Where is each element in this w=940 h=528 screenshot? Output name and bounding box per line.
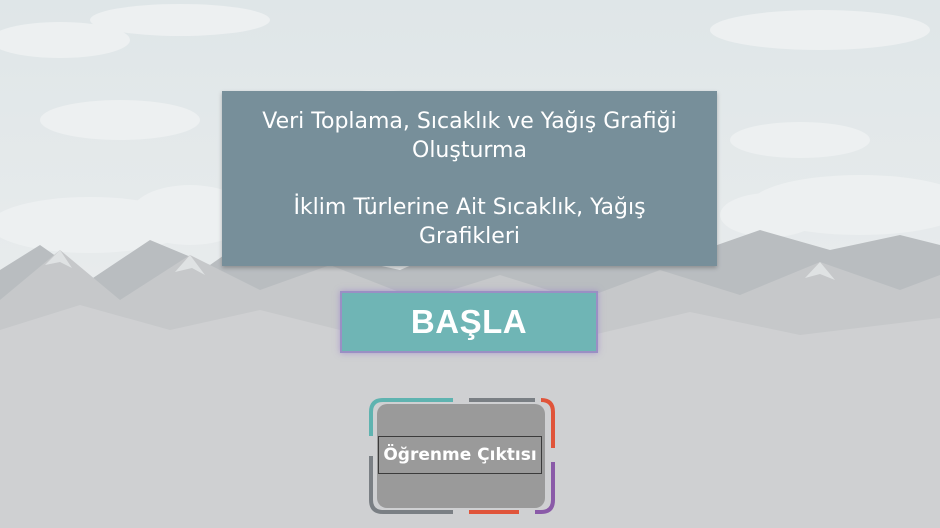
title-line-2: Oluşturma	[412, 137, 527, 163]
title-panel: Veri Toplama, Sıcaklık ve Yağış Grafiği …	[222, 91, 717, 266]
subtitle-line-2: Grafikleri	[419, 223, 520, 249]
subtitle-line-1: İklim Türlerine Ait Sıcaklık, Yağış	[293, 194, 646, 220]
learning-outcome-button[interactable]: Öğrenme Çıktısı	[365, 396, 557, 516]
title-line-1: Veri Toplama, Sıcaklık ve Yağış Grafiği	[262, 108, 677, 134]
outcome-label[interactable]: Öğrenme Çıktısı	[378, 436, 542, 474]
start-button[interactable]: BAŞLA	[340, 291, 598, 353]
